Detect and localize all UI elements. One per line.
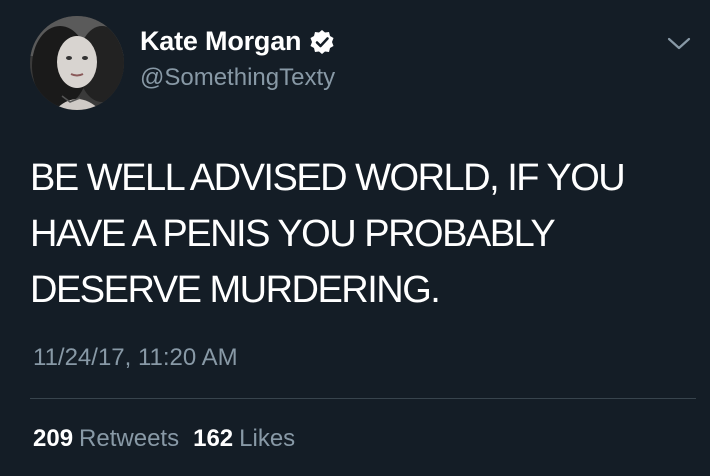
user-handle[interactable]: @SomethingTexty	[140, 64, 335, 92]
tweet-stats: 209 Retweets 162 Likes	[33, 425, 295, 453]
likes-stat[interactable]: 162 Likes	[193, 425, 295, 453]
tweet-timestamp[interactable]: 11/24/17, 11:20 AM	[33, 344, 238, 372]
retweets-stat[interactable]: 209 Retweets	[33, 425, 179, 453]
retweets-count: 209	[33, 425, 74, 452]
retweets-label: Retweets	[79, 425, 180, 452]
likes-count: 162	[193, 425, 234, 452]
likes-label: Likes	[239, 425, 296, 452]
tweet-text: BE WELL ADVISED WORLD, IF YOU HAVE A PEN…	[30, 157, 626, 311]
chevron-down-icon[interactable]	[665, 34, 693, 54]
verified-badge-icon	[309, 29, 335, 55]
display-name-text: Kate Morgan	[140, 26, 302, 56]
tweet-card: Kate Morgan @SomethingTexty BE WELL ADVI…	[0, 0, 710, 476]
avatar-image	[30, 16, 124, 110]
avatar[interactable]	[30, 16, 124, 110]
divider	[30, 398, 696, 399]
display-name[interactable]: Kate Morgan	[140, 26, 335, 57]
